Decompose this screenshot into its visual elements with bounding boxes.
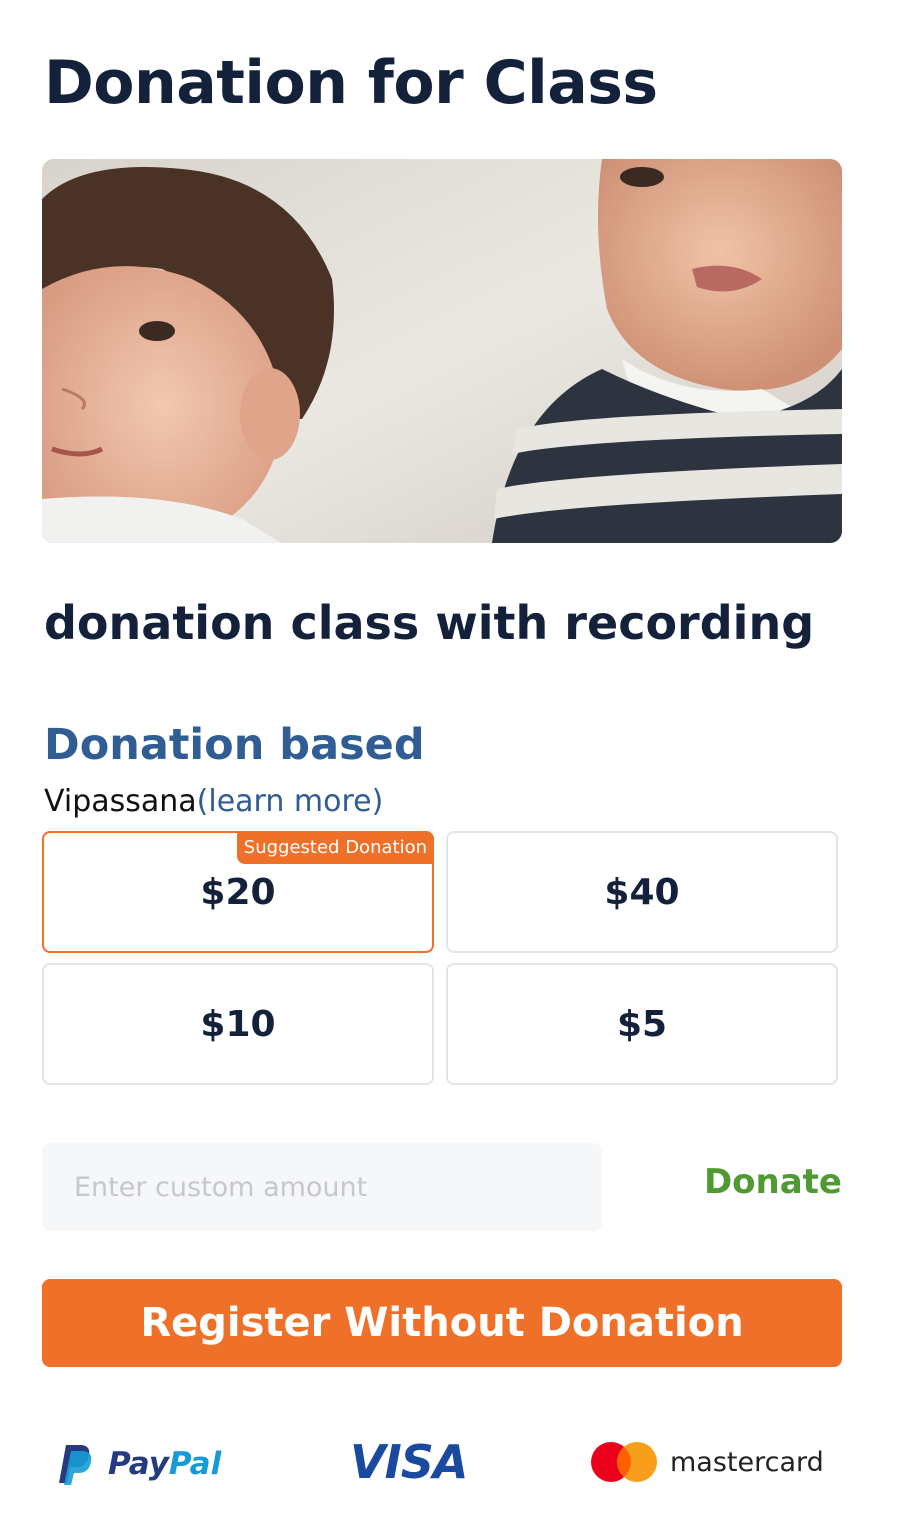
page-title: Donation for Class [44, 48, 658, 118]
donation-amount-options: $20 Suggested Donation $40 $10 $5 [42, 831, 842, 1085]
mastercard-text: mastercard [670, 1446, 824, 1478]
register-without-donation-button[interactable]: Register Without Donation [42, 1279, 842, 1367]
paypal-text-pay: Pay [108, 1446, 169, 1482]
class-style-name: Vipassana [44, 784, 197, 819]
amount-option-label: $10 [200, 1003, 276, 1045]
suggested-donation-badge: Suggested Donation [236, 831, 434, 864]
custom-amount-input[interactable] [42, 1143, 602, 1231]
amount-option-20[interactable]: $20 Suggested Donation [42, 831, 434, 953]
pricing-type-label: Donation based [44, 720, 425, 770]
mastercard-logo: mastercard [590, 1441, 824, 1483]
amount-option-40[interactable]: $40 [446, 831, 838, 953]
donate-button[interactable]: Donate [704, 1162, 842, 1202]
amount-option-10[interactable]: $10 [42, 963, 434, 1085]
paypal-logo: PayPal [58, 1443, 221, 1485]
amount-option-label: $5 [616, 1003, 668, 1045]
payment-methods: PayPal VISA mastercard [0, 1425, 908, 1505]
class-photo [42, 159, 842, 543]
learn-more-link[interactable]: (learn more) [197, 784, 384, 819]
visa-logo: VISA [350, 1435, 468, 1489]
amount-option-label: $20 [200, 871, 276, 913]
amount-option-5[interactable]: $5 [446, 963, 838, 1085]
class-style-line: Vipassana(learn more) [44, 784, 383, 819]
mastercard-icon [591, 1442, 657, 1482]
amount-option-label: $40 [604, 871, 680, 913]
paypal-icon [59, 1445, 92, 1485]
class-photo-image [42, 159, 842, 543]
class-name: donation class with recording [44, 596, 815, 650]
paypal-text-pal: Pal [168, 1446, 222, 1482]
